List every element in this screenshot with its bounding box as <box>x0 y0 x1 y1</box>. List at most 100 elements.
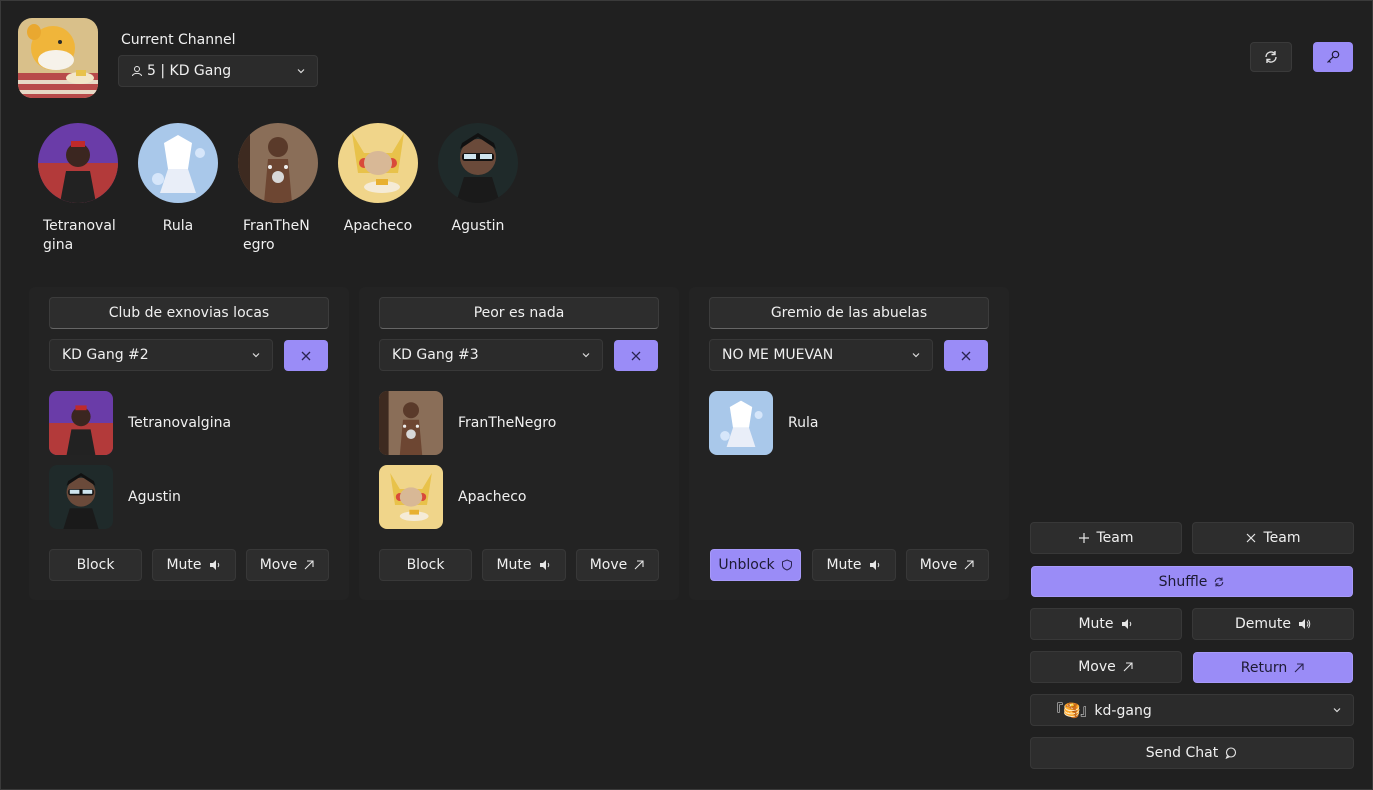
current-channel-label: Current Channel <box>121 32 236 48</box>
team-name-field[interactable]: Peor es nada <box>379 297 659 329</box>
send-chat-button[interactable]: Send Chat <box>1030 737 1354 769</box>
add-team-button[interactable]: Team <box>1030 522 1182 554</box>
team-member-row[interactable]: Tetranovalgina <box>49 391 231 455</box>
mute-all-label: Mute <box>1078 616 1114 632</box>
block-label: Block <box>76 557 115 573</box>
team-panel: Peor es nada KD Gang #3 FranTheNegro Apa… <box>359 287 679 600</box>
member-card[interactable]: Apacheco <box>338 123 418 236</box>
remove-team-global-button[interactable]: Team <box>1192 522 1354 554</box>
member-avatar <box>138 123 218 203</box>
team-member-name: FranTheNegro <box>458 415 557 431</box>
key-button[interactable] <box>1313 42 1353 72</box>
refresh-button[interactable] <box>1250 42 1292 72</box>
member-card[interactable]: Tetranovalgina <box>38 123 118 255</box>
member-card[interactable]: Agustin <box>438 123 518 236</box>
move-button[interactable]: Move <box>576 549 659 581</box>
member-avatar <box>49 465 113 529</box>
team-member-name: Apacheco <box>458 489 527 505</box>
arrow-up-right-icon <box>964 560 974 570</box>
chevron-down-icon <box>582 353 590 358</box>
member-avatar <box>709 391 773 455</box>
move-all-button[interactable]: Move <box>1030 651 1182 683</box>
arrow-up-right-icon <box>1294 662 1304 672</box>
unblock-button[interactable]: Unblock <box>710 549 801 581</box>
team-channel-select[interactable]: NO ME MUEVAN <box>709 339 933 371</box>
move-label: Move <box>259 557 298 573</box>
team-name-field[interactable]: Club de exnovias locas <box>49 297 329 329</box>
remove-team-button[interactable] <box>284 340 328 371</box>
mute-label: Mute <box>166 557 202 573</box>
remove-team-button[interactable] <box>614 340 658 371</box>
team-member-row[interactable]: FranTheNegro <box>379 391 556 455</box>
member-card[interactable]: FranTheNegro <box>238 123 318 255</box>
team-channel-select[interactable]: KD Gang #3 <box>379 339 603 371</box>
close-icon <box>301 351 311 360</box>
chevron-down-icon <box>252 353 260 358</box>
team-member-row[interactable]: Rula <box>709 391 818 455</box>
member-name: Rula <box>162 218 194 234</box>
remove-team-label: Team <box>1263 530 1301 546</box>
close-icon <box>631 351 641 360</box>
remove-team-button[interactable] <box>944 340 988 371</box>
team-member-row[interactable]: Apacheco <box>379 465 527 529</box>
chevron-down-icon <box>1333 708 1341 713</box>
close-icon <box>961 351 971 360</box>
team-channel-select[interactable]: KD Gang #2 <box>49 339 273 371</box>
mute-button[interactable]: Mute <box>152 549 236 581</box>
arrow-up-right-icon <box>634 560 644 570</box>
mute-label: Mute <box>496 557 532 573</box>
member-name: Tetranovalgina <box>43 218 116 253</box>
team-member-row[interactable]: Agustin <box>49 465 181 529</box>
plus-icon <box>1079 533 1090 543</box>
team-member-name: Agustin <box>128 489 181 505</box>
member-avatar <box>379 391 443 455</box>
text-channel-select[interactable]: 『🥞』kd-gang <box>1030 694 1354 726</box>
block-button[interactable]: Block <box>49 549 142 581</box>
mute-button[interactable]: Mute <box>812 549 896 581</box>
member-avatar <box>238 123 318 203</box>
member-card[interactable]: Rula <box>138 123 218 236</box>
shuffle-button[interactable]: Shuffle <box>1031 566 1353 597</box>
text-channel-value: 『🥞』kd-gang <box>1049 703 1152 719</box>
mute-all-button[interactable]: Mute <box>1030 608 1182 640</box>
member-name: Apacheco <box>343 218 413 234</box>
user-icon <box>132 66 142 77</box>
channel-select[interactable]: 5 | KD Gang <box>118 55 318 87</box>
team-channel-value: KD Gang #3 <box>392 347 479 363</box>
move-button[interactable]: Move <box>246 549 329 581</box>
return-button[interactable]: Return <box>1193 652 1353 683</box>
shuffle-label: Shuffle <box>1158 573 1208 590</box>
unblock-label: Unblock <box>718 557 775 573</box>
team-member-name: Rula <box>788 415 819 431</box>
speaker-icon <box>1121 619 1131 629</box>
team-channel-value: NO ME MUEVAN <box>722 347 834 363</box>
chat-icon <box>1225 747 1237 760</box>
block-button[interactable]: Block <box>379 549 472 581</box>
chevron-down-icon <box>912 353 920 358</box>
team-channel-value: KD Gang #2 <box>62 347 149 363</box>
team-name-field[interactable]: Gremio de las abuelas <box>709 297 989 329</box>
add-team-label: Team <box>1096 530 1134 546</box>
move-button[interactable]: Move <box>906 549 989 581</box>
team-panel: Club de exnovias locas KD Gang #2 Tetran… <box>29 287 349 600</box>
member-avatar <box>338 123 418 203</box>
member-name: FranTheNegro <box>243 218 310 253</box>
move-label: Move <box>589 557 628 573</box>
refresh-icon <box>1265 51 1277 63</box>
mute-label: Mute <box>826 557 862 573</box>
channel-select-value: 5 | KD Gang <box>147 63 232 79</box>
speaker-icon <box>209 560 219 570</box>
move-all-label: Move <box>1078 659 1116 675</box>
return-label: Return <box>1240 659 1288 676</box>
demute-all-button[interactable]: Demute <box>1192 608 1354 640</box>
footer-decoration <box>40 786 180 790</box>
team-member-name: Tetranovalgina <box>128 415 232 431</box>
mute-button[interactable]: Mute <box>482 549 566 581</box>
member-avatar <box>38 123 118 203</box>
shuffle-icon <box>1215 577 1224 586</box>
server-avatar-icon <box>18 18 98 98</box>
shield-icon <box>781 559 792 571</box>
close-icon <box>1247 533 1256 543</box>
speaker-icon <box>869 560 879 570</box>
member-name: Agustin <box>451 218 505 234</box>
